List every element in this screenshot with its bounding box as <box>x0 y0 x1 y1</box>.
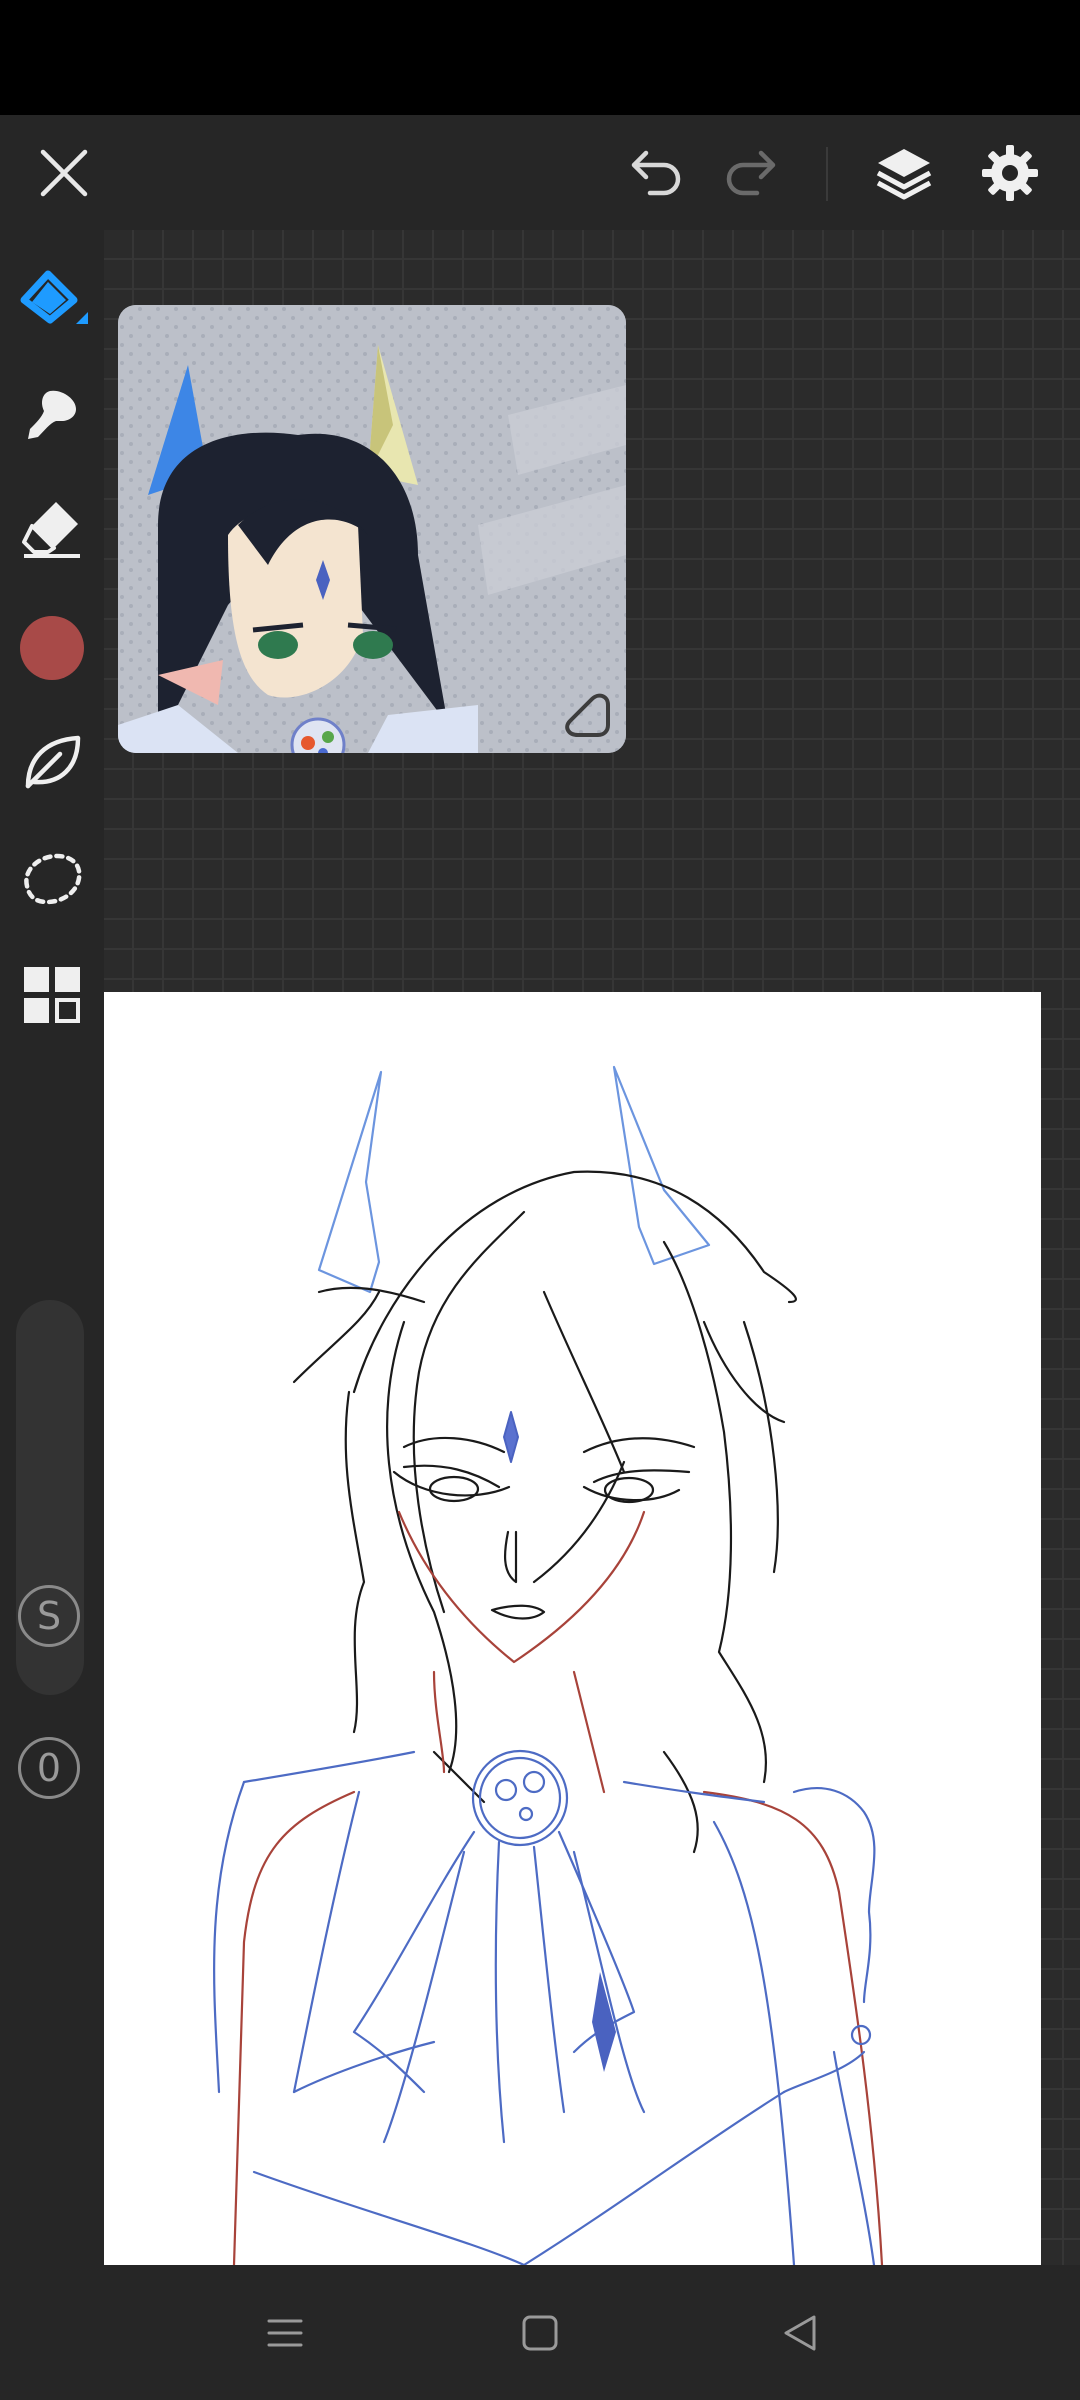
status-bar <box>0 0 1080 115</box>
tool-sidebar: S 0 <box>0 230 104 2265</box>
grid-icon <box>24 967 80 1023</box>
opacity-indicator[interactable]: 0 <box>18 1737 80 1799</box>
menu-button[interactable] <box>245 2293 325 2373</box>
redo-icon <box>726 150 776 196</box>
layers-button[interactable] <box>864 133 944 213</box>
settings-button[interactable] <box>970 133 1050 213</box>
pen-nib-icon <box>20 270 88 324</box>
reference-image-panel[interactable] <box>118 305 626 753</box>
eraser-icon <box>22 502 80 558</box>
leaf-tool[interactable] <box>12 722 92 802</box>
size-indicator[interactable]: S <box>18 1585 80 1647</box>
gear-icon <box>982 145 1038 201</box>
drawing-paper[interactable] <box>104 992 1041 2265</box>
close-button[interactable] <box>24 133 104 213</box>
color-picker[interactable] <box>12 608 92 688</box>
home-icon <box>522 2315 558 2351</box>
home-button[interactable] <box>500 2293 580 2373</box>
smudge-tool[interactable] <box>12 375 92 455</box>
close-icon <box>40 149 88 197</box>
reference-image <box>118 305 626 753</box>
brush-tool[interactable] <box>12 260 92 340</box>
gallery-tool[interactable] <box>12 955 92 1035</box>
layers-icon <box>876 149 932 200</box>
toolbar-divider <box>826 147 828 201</box>
current-color-swatch <box>20 616 84 680</box>
leaf-icon <box>25 735 81 789</box>
smudge-icon <box>28 390 76 439</box>
redo-button[interactable] <box>712 133 792 213</box>
undo-button[interactable] <box>615 133 695 213</box>
undo-icon <box>631 150 681 196</box>
lasso-tool[interactable] <box>12 838 92 918</box>
back-icon <box>784 2315 816 2351</box>
top-toolbar <box>0 115 1080 230</box>
back-button[interactable] <box>760 2293 840 2373</box>
sketch-artwork <box>213 1065 884 2265</box>
system-nav-bar <box>0 2265 1080 2400</box>
eraser-tool[interactable] <box>12 488 92 568</box>
menu-icon <box>267 2319 303 2347</box>
lasso-icon <box>24 853 82 905</box>
